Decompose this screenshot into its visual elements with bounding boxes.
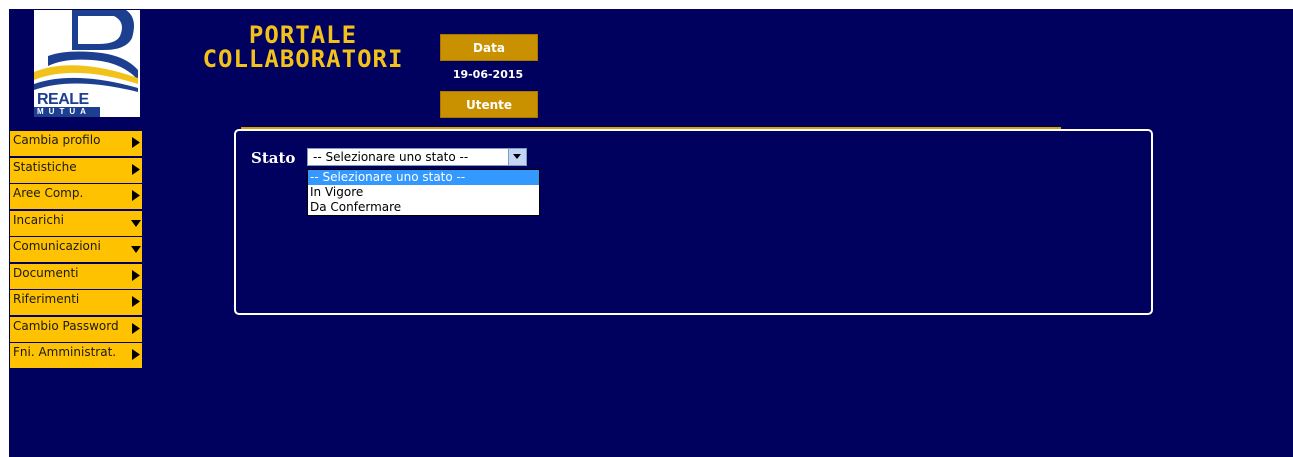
sidebar-item-label: Aree Comp.	[13, 186, 84, 200]
reale-mutua-logo: REALE MUTUA	[34, 10, 140, 117]
sidebar-item-documenti[interactable]: Documenti	[10, 263, 142, 289]
sidebar-item-incarichi[interactable]: Incarichi	[10, 210, 142, 236]
date-value: 19-06-2015	[452, 68, 524, 81]
select-dropdown-button[interactable]	[508, 149, 526, 165]
dropdown-option[interactable]: Da Confermare	[308, 200, 539, 215]
arrow-right-icon	[132, 269, 140, 281]
arrow-right-icon	[132, 190, 140, 201]
portal-title: PORTALE COLLABORATORI	[202, 21, 404, 73]
arrow-right-icon	[132, 349, 140, 360]
stato-select-value: -- Selezionare uno stato --	[313, 150, 469, 164]
chevron-down-icon	[513, 154, 521, 159]
dropdown-option[interactable]: In Vigore	[308, 185, 539, 200]
stato-dropdown-list: -- Selezionare uno stato -- In Vigore Da…	[307, 169, 540, 216]
sidebar-item-label: Fni. Amministrat.	[13, 345, 117, 359]
logo-wordmark: REALE	[37, 91, 89, 108]
sidebar-item-comunicazioni[interactable]: Comunicazioni	[10, 237, 142, 262]
date-label-box: Data	[440, 34, 538, 61]
sidebar-item-fni-amministrat[interactable]: Fni. Amministrat.	[10, 343, 142, 368]
sidebar-item-label: Riferimenti	[13, 292, 80, 306]
arrow-right-icon	[132, 322, 140, 334]
stato-label: Stato	[251, 149, 296, 167]
stato-select[interactable]: -- Selezionare uno stato --	[307, 148, 527, 166]
sidebar-item-cambio-password[interactable]: Cambio Password	[10, 316, 142, 342]
sidebar-item-aree-comp[interactable]: Aree Comp.	[10, 184, 142, 209]
sidebar-item-label: Comunicazioni	[13, 239, 101, 253]
logo-subword: MUTUA	[37, 107, 91, 116]
arrow-right-icon	[132, 163, 140, 175]
sidebar-item-riferimenti[interactable]: Riferimenti	[10, 290, 142, 315]
app-window: REALE MUTUA PORTALE COLLABORATORI Data 1…	[9, 9, 1293, 457]
arrow-right-icon	[132, 137, 140, 148]
sidebar-item-label: Incarichi	[13, 212, 64, 227]
arrow-right-icon	[132, 296, 140, 307]
user-button[interactable]: Utente	[440, 91, 538, 118]
dropdown-option[interactable]: -- Selezionare uno stato --	[308, 170, 539, 185]
arrow-down-icon	[131, 219, 141, 227]
sidebar-item-cambia-profilo[interactable]: Cambia profilo	[10, 131, 142, 156]
sidebar-item-statistiche[interactable]: Statistiche	[10, 157, 142, 183]
sidebar-item-label: Cambio Password	[13, 318, 119, 333]
sidebar-item-label: Statistiche	[13, 159, 77, 174]
sidebar-item-label: Cambia profilo	[13, 133, 101, 147]
arrow-down-icon	[131, 246, 141, 253]
sidebar-menu: Cambia profilo Statistiche Aree Comp. In…	[10, 131, 142, 370]
sidebar-item-label: Documenti	[13, 265, 79, 280]
